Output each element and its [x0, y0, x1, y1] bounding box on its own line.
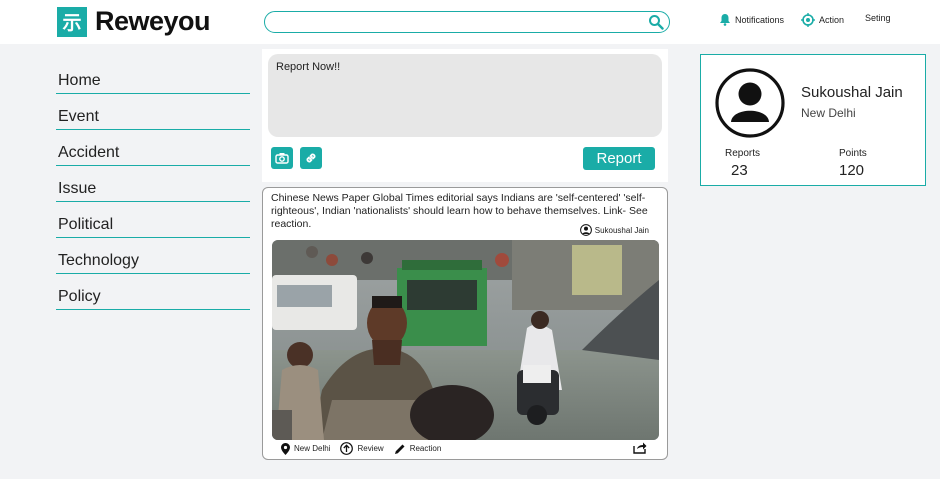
logo[interactable]: 示 Reweyou [57, 6, 211, 37]
reports-value: 23 [731, 162, 748, 179]
reaction-label: Reaction [409, 444, 442, 453]
flooded-street-photo [272, 240, 659, 440]
report-button[interactable]: Report [583, 147, 655, 170]
profile-card: Sukoushal Jain New Delhi Reports 23 Poin… [700, 54, 926, 186]
post-author-name: Sukoushal Jain [594, 225, 649, 235]
post-author[interactable]: Sukoushal Jain [579, 224, 649, 236]
sidebar-item-policy[interactable]: Policy [56, 274, 250, 310]
crosshair-icon [801, 13, 815, 27]
profile-name: Sukoushal Jain [801, 84, 903, 101]
camera-icon [275, 153, 289, 164]
review-button[interactable]: Review [340, 442, 384, 455]
post-location-label: New Delhi [294, 444, 331, 453]
setting-link[interactable]: Seting [865, 13, 891, 23]
sidebar-item-home[interactable]: Home [56, 58, 250, 94]
points-label: Points [839, 148, 867, 159]
bell-icon [720, 14, 730, 26]
reports-label: Reports [725, 148, 761, 159]
notifications-link[interactable]: Notifications [719, 13, 784, 26]
post-image[interactable] [272, 240, 659, 440]
search-bar[interactable] [264, 11, 670, 33]
link-icon [306, 153, 316, 163]
review-label: Review [357, 444, 384, 453]
points-value: 120 [839, 162, 865, 179]
share-icon[interactable] [633, 441, 647, 454]
location-pin-icon [281, 442, 290, 455]
search-icon[interactable] [648, 14, 664, 30]
profile-city: New Delhi [801, 106, 856, 120]
sidebar-item-issue[interactable]: Issue [56, 166, 250, 202]
sidebar: Home Event Accident Issue Political Tech… [56, 58, 250, 310]
top-bar: 示 Reweyou Notifications Action Seting [0, 0, 940, 44]
post-footer: New Delhi Review Reaction [281, 442, 451, 455]
link-button[interactable] [300, 147, 322, 169]
action-label: Action [819, 15, 845, 25]
report-composer: Report Now!! Report [262, 49, 668, 182]
user-icon [579, 224, 592, 236]
logo-mark: 示 [57, 6, 87, 37]
notifications-label: Notifications [735, 14, 785, 25]
sidebar-item-technology[interactable]: Technology [56, 238, 250, 274]
avatar[interactable] [714, 67, 786, 139]
post-location[interactable]: New Delhi [281, 442, 331, 455]
camera-button[interactable] [271, 147, 293, 169]
reaction-button[interactable]: Reaction [394, 443, 442, 455]
sidebar-item-accident[interactable]: Accident [56, 130, 250, 166]
arrow-up-circle-icon [340, 442, 354, 455]
setting-label: Seting [865, 13, 891, 23]
brand-name: Reweyou [95, 6, 211, 36]
search-input[interactable] [275, 14, 635, 30]
action-link[interactable]: Action [801, 13, 844, 27]
pencil-icon [394, 444, 405, 454]
news-post: Chinese News Paper Global Times editoria… [262, 187, 668, 460]
sidebar-item-event[interactable]: Event [56, 94, 250, 130]
report-input[interactable]: Report Now!! [268, 54, 662, 137]
sidebar-item-political[interactable]: Political [56, 202, 250, 238]
